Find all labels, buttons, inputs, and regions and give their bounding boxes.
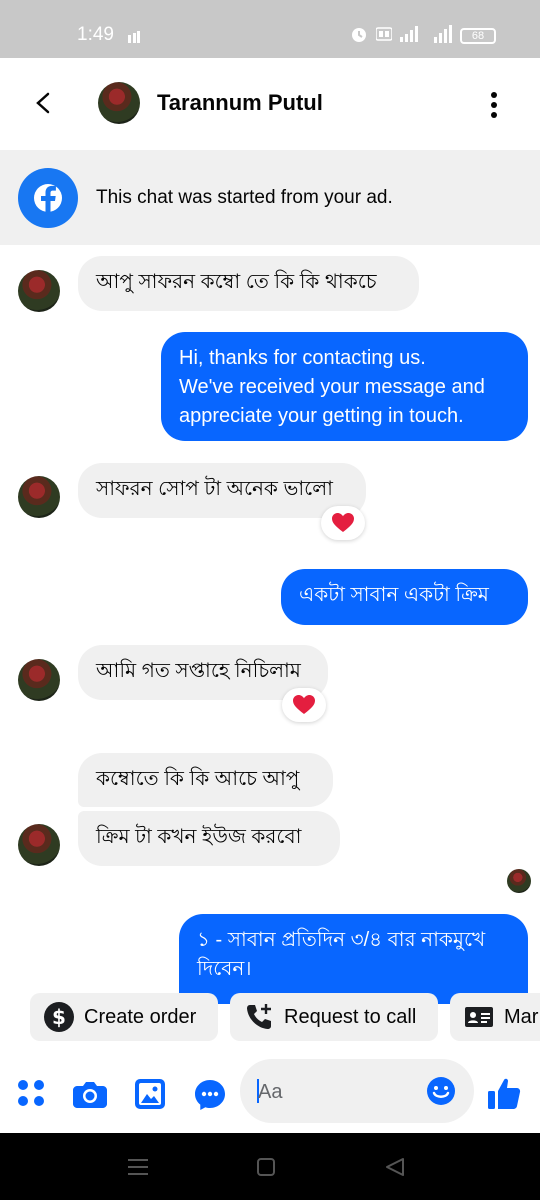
message-input-container[interactable] [240,1059,474,1123]
status-bar: 1:49 68 [0,0,540,58]
outgoing-message[interactable]: Hi, thanks for contacting us. We've rece… [161,332,528,441]
more-options-button[interactable] [484,90,504,120]
alarm-icon [350,25,368,46]
contact-card-icon [464,1005,494,1029]
chevron-left-icon [36,92,50,114]
heart-icon [332,513,354,532]
message-composer [0,1054,540,1132]
incoming-message[interactable]: সাফরন সোপ টা অনেক ভালো [78,463,366,518]
chat-bubble-icon[interactable] [194,1079,226,1116]
ad-origin-banner: This chat was started from your ad. [0,150,540,245]
signal-small-icon [128,30,140,48]
cell-signal-4g-icon [428,25,452,46]
camera-icon[interactable] [73,1080,107,1113]
emoji-icon[interactable] [426,1076,456,1111]
phone-plus-icon [244,1002,274,1032]
incoming-message[interactable]: আপু সাফরন কম্বো তে কি কি থাকচে [78,256,419,311]
ad-origin-text: This chat was started from your ad. [96,187,393,208]
back-triangle-icon[interactable] [385,1157,405,1182]
home-icon[interactable] [257,1158,275,1181]
contact-avatar[interactable] [98,82,140,124]
menu-icon[interactable] [128,1157,148,1182]
volte-icon [375,26,393,45]
svg-text:$: $ [52,1005,66,1029]
chat-header: Tarannum Putul [0,58,540,150]
quick-action-bar: $ Create order Request to call Mar [0,990,540,1046]
status-time: 1:49 [77,24,114,45]
read-receipt-avatar [507,869,531,893]
sender-avatar[interactable] [18,270,60,312]
heart-reaction[interactable] [321,506,365,540]
status-icons: 68 [350,25,496,46]
sender-avatar[interactable] [18,824,60,866]
sender-avatar[interactable] [18,659,60,701]
incoming-message[interactable]: ক্রিম টা কখন ইউজ করবো [78,811,340,866]
contact-card-chip[interactable]: Mar [450,993,540,1041]
cell-signal-icon [400,26,420,45]
contact-name[interactable]: Tarannum Putul [157,90,323,116]
system-nav-bar [0,1133,540,1200]
request-to-call-label: Request to call [284,1005,417,1028]
apps-grid-icon[interactable] [16,1078,46,1113]
request-to-call-chip[interactable]: Request to call [230,993,438,1041]
battery-indicator: 68 [460,27,496,44]
create-order-chip[interactable]: $ Create order [30,993,218,1041]
create-order-label: Create order [84,1005,197,1028]
contact-card-label: Mar [504,1005,539,1028]
thumbs-up-icon[interactable] [487,1076,521,1115]
heart-reaction[interactable] [282,688,326,722]
heart-icon [293,695,315,714]
vertical-dots-icon [491,92,497,118]
dollar-icon: $ [44,1002,74,1032]
gallery-icon[interactable] [135,1079,165,1114]
incoming-message[interactable]: কম্বোতে কি কি আচে আপু [78,753,333,807]
back-button[interactable] [28,88,58,118]
outgoing-message[interactable]: একটা সাবান একটা ক্রিম [281,569,528,625]
facebook-icon [18,168,78,228]
sender-avatar[interactable] [18,476,60,518]
message-input[interactable] [256,1077,410,1107]
